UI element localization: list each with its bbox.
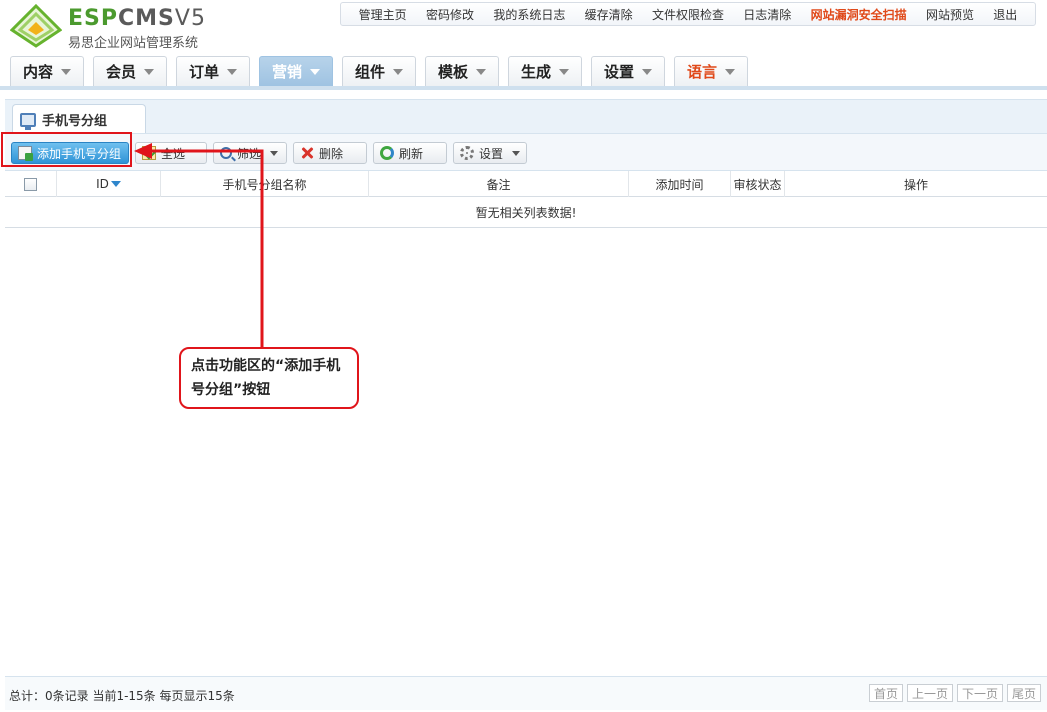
toplink-file-permission-check[interactable]: 文件权限检查 (652, 6, 724, 23)
column-added-time: 添加时间 (629, 171, 731, 197)
select-all-checkbox[interactable] (24, 177, 37, 191)
column-id[interactable]: ID (57, 171, 161, 197)
prev-page-button[interactable]: 上一页 (906, 684, 953, 702)
toplink-clear-cache[interactable]: 缓存清除 (585, 6, 633, 23)
empty-message: 暂无相关列表数据! (475, 205, 577, 220)
nav-tab-settings[interactable]: 设置 (591, 56, 665, 86)
logo-brand-cms: CMS (118, 6, 175, 31)
table-empty-row: 暂无相关列表数据! (5, 197, 1047, 228)
chevron-down-icon (559, 68, 569, 75)
nav-tab-generate[interactable]: 生成 (508, 56, 582, 86)
panel-tab-mobile-groups[interactable]: 手机号分组 (12, 104, 146, 134)
chevron-down-icon (144, 68, 154, 75)
first-page-button[interactable]: 首页 (868, 684, 903, 702)
panel-tab-strip (5, 99, 1047, 133)
chevron-down-icon (270, 150, 279, 156)
toplink-change-password[interactable]: 密码修改 (426, 6, 474, 23)
toplink-security-scan[interactable]: 网站漏洞安全扫描 (811, 6, 907, 23)
column-header-label: 备注 (486, 177, 511, 192)
column-remark: 备注 (369, 171, 629, 197)
column-actions: 操作 (785, 171, 1047, 197)
nav-tab-orders[interactable]: 订单 (176, 56, 250, 86)
logo: ESPCMSV5 易思企业网站管理系统 (10, 4, 230, 51)
search-icon (220, 147, 232, 159)
toplink-site-preview[interactable]: 网站预览 (926, 6, 974, 23)
highlight-box (1, 132, 132, 167)
nav-tab-label: 组件 (354, 63, 385, 81)
table-header: ID 手机号分组名称 备注 添加时间 审核状态 操作 (5, 171, 1047, 197)
logo-brand-esp: ESP (68, 6, 118, 31)
chevron-down-icon (642, 68, 652, 75)
delete-button[interactable]: 删除 (293, 142, 367, 164)
top-links-bar: 管理主页 密码修改 我的系统日志 缓存清除 文件权限检查 日志清除 网站漏洞安全… (340, 2, 1036, 26)
column-review-status: 审核状态 (731, 171, 785, 197)
nav-tab-marketing[interactable]: 营销 (259, 56, 333, 86)
last-page-button[interactable]: 尾页 (1006, 684, 1041, 702)
nav-tab-templates[interactable]: 模板 (425, 56, 499, 86)
sort-desc-icon (110, 181, 121, 187)
column-header-label: ID (96, 177, 109, 191)
chevron-down-icon (476, 68, 486, 75)
nav-underline (0, 86, 1047, 90)
settings-button[interactable]: 设置 (453, 142, 527, 164)
toplink-clear-logs[interactable]: 日志清除 (743, 6, 791, 23)
main-nav: 内容 会员 订单 营销 组件 模板 生成 设置 语言 (0, 52, 1047, 90)
chevron-down-icon (725, 68, 735, 75)
instruction-callout: 点击功能区的“添加手机号分组”按钮 (179, 347, 359, 409)
toolbar: 添加手机号分组 全选 筛选 删除 刷新 设置 (5, 133, 1047, 171)
refresh-icon (380, 146, 394, 160)
logo-brand-version: V5 (174, 6, 206, 31)
footer-bar: 总计：0条记录 当前1-15条 每页显示15条 首页 上一页 下一页 尾页 (5, 676, 1047, 710)
next-page-button[interactable]: 下一页 (956, 684, 1003, 702)
toplink-logout[interactable]: 退出 (993, 6, 1017, 23)
record-summary: 总计：0条记录 当前1-15条 每页显示15条 (9, 689, 235, 703)
logo-mark-icon (10, 4, 62, 48)
panel-tab-title: 手机号分组 (42, 114, 108, 129)
nav-tab-label: 设置 (603, 63, 634, 81)
nav-tab-label: 语言 (686, 63, 717, 81)
select-all-icon (142, 146, 156, 160)
settings-label: 设置 (479, 146, 504, 161)
toplink-my-system-log[interactable]: 我的系统日志 (493, 6, 565, 23)
nav-tab-label: 生成 (520, 63, 551, 81)
delete-label: 删除 (319, 146, 344, 161)
column-header-label: 添加时间 (655, 177, 704, 192)
chevron-down-icon (512, 150, 520, 156)
nav-tab-label: 内容 (22, 63, 53, 81)
nav-tab-members[interactable]: 会员 (93, 56, 167, 86)
callout-text: 点击功能区的“添加手机号分组”按钮 (191, 358, 341, 398)
header: ESPCMSV5 易思企业网站管理系统 管理主页 密码修改 我的系统日志 缓存清… (0, 0, 1047, 92)
column-header-label: 审核状态 (733, 177, 782, 192)
pagination: 首页 上一页 下一页 尾页 (868, 684, 1041, 702)
logo-brand: ESPCMSV5 (68, 6, 206, 32)
chevron-down-icon (227, 68, 237, 75)
nav-tab-label: 会员 (105, 63, 136, 81)
nav-tab-components[interactable]: 组件 (342, 56, 416, 86)
nav-tab-content[interactable]: 内容 (10, 56, 84, 86)
refresh-label: 刷新 (399, 146, 424, 161)
refresh-button[interactable]: 刷新 (373, 142, 447, 164)
logo-subtitle: 易思企业网站管理系统 (68, 36, 199, 51)
column-header-label: 操作 (903, 177, 928, 192)
filter-button[interactable]: 筛选 (213, 142, 287, 164)
nav-tab-language[interactable]: 语言 (674, 56, 748, 86)
select-all-button[interactable]: 全选 (135, 142, 207, 164)
gear-icon (460, 146, 474, 160)
column-header-label: 手机号分组名称 (222, 177, 307, 192)
monitor-icon (20, 112, 36, 130)
nav-tab-label: 模板 (437, 63, 468, 81)
chevron-down-icon (310, 68, 320, 75)
nav-tab-label: 订单 (188, 63, 219, 81)
filter-label: 筛选 (237, 146, 262, 161)
chevron-down-icon (61, 68, 71, 75)
nav-tab-label: 营销 (271, 63, 302, 81)
column-group-name: 手机号分组名称 (161, 171, 369, 197)
select-all-label: 全选 (161, 146, 186, 161)
delete-icon (300, 146, 314, 160)
toplink-admin-home[interactable]: 管理主页 (359, 6, 407, 23)
chevron-down-icon (393, 68, 403, 75)
select-all-header-cell (5, 171, 57, 197)
